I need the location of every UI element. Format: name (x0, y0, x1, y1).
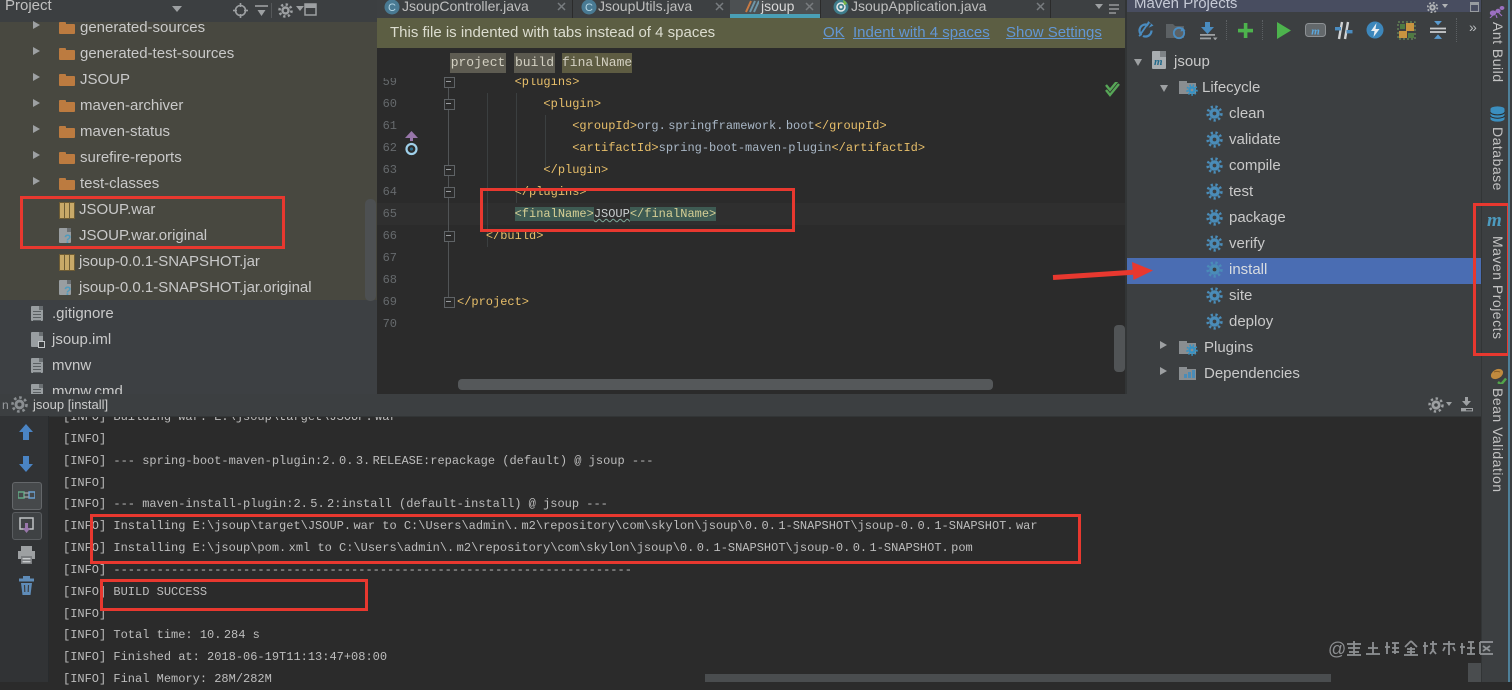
svg-text:C: C (585, 2, 593, 14)
svg-text:m: m (1311, 26, 1320, 38)
svg-text:C: C (388, 2, 396, 14)
svg-text:@: @ (1328, 639, 1346, 659)
